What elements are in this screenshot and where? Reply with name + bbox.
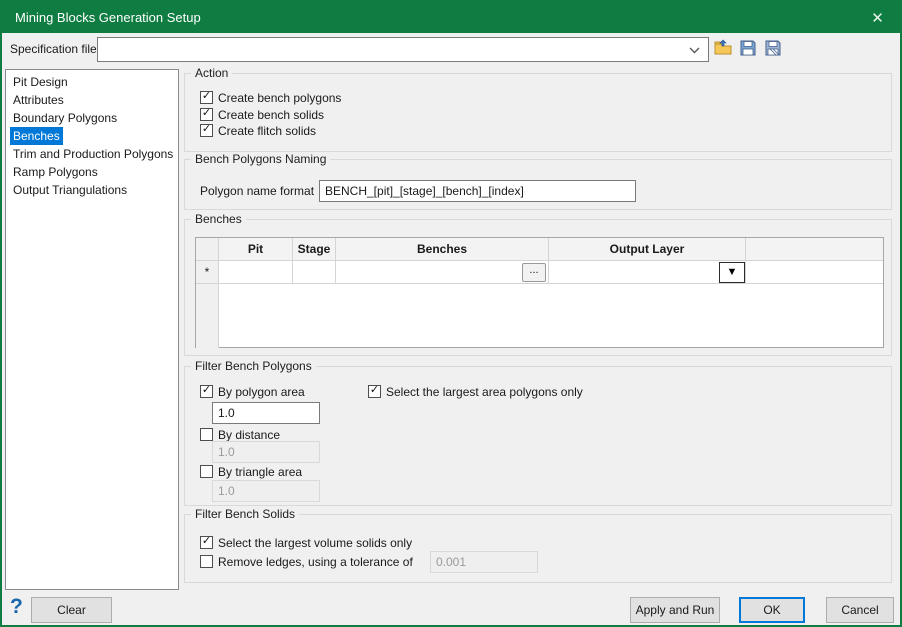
group-filter-polygons-title: Filter Bench Polygons [191, 359, 316, 373]
checkbox-create-bench-polygons[interactable]: ✓ Create bench polygons [200, 90, 341, 105]
grid-new-row[interactable]: * ... ▼ [196, 261, 883, 284]
output-layer-dropdown-button[interactable]: ▼ [719, 262, 745, 283]
checkbox-box[interactable]: ✓ [200, 108, 213, 121]
checkbox-by-triangle-area[interactable]: By triangle area [200, 464, 302, 479]
checkbox-box[interactable] [200, 465, 213, 478]
spec-file-row: Specification file [2, 33, 900, 67]
polygon-name-format-input[interactable] [319, 180, 636, 202]
grid-cell-output-layer[interactable]: ▼ [549, 261, 746, 284]
checkbox-label: Create bench solids [218, 108, 324, 122]
by-triangle-area-input [212, 480, 320, 502]
grid-cell-stage[interactable] [293, 261, 336, 284]
checkbox-box[interactable]: ✓ [200, 385, 213, 398]
sidebar-item-boundary-polygons[interactable]: Boundary Polygons [10, 109, 120, 127]
spec-file-combobox[interactable] [97, 37, 709, 62]
group-benches-title: Benches [191, 212, 246, 226]
grid-header-stage[interactable]: Stage [293, 238, 336, 261]
grid-header-row: Pit Stage Benches Output Layer [196, 238, 883, 261]
close-button[interactable]: ✕ [855, 2, 900, 33]
by-distance-input [212, 441, 320, 463]
sidebar-item-ramp-polygons[interactable]: Ramp Polygons [10, 163, 101, 181]
group-filter-solids-title: Filter Bench Solids [191, 507, 299, 521]
polygon-name-format-label: Polygon name format [200, 184, 314, 198]
grid-corner-cell [196, 238, 219, 261]
checkbox-create-bench-solids[interactable]: ✓ Create bench solids [200, 107, 324, 122]
group-action-title: Action [191, 66, 232, 80]
group-filter-bench-solids: Filter Bench Solids ✓ Select the largest… [184, 514, 892, 583]
grid-row-marker: * [196, 261, 219, 284]
sidebar-item-output-triangulations[interactable]: Output Triangulations [10, 181, 130, 199]
clear-button[interactable]: Clear [31, 597, 112, 623]
checkbox-label: Select the largest volume solids only [218, 536, 412, 550]
open-folder-icon[interactable] [714, 39, 732, 57]
checkbox-label: Remove ledges, using a tolerance of [218, 555, 413, 569]
benches-grid: Pit Stage Benches Output Layer * ... ▼ [195, 237, 884, 348]
group-naming-title: Bench Polygons Naming [191, 152, 330, 166]
group-action: Action ✓ Create bench polygons ✓ Create … [184, 73, 892, 152]
checkbox-label: Select the largest area polygons only [386, 385, 583, 399]
checkbox-label: Create bench polygons [218, 91, 341, 105]
grid-header-pit[interactable]: Pit [219, 238, 293, 261]
checkbox-label: By polygon area [218, 385, 305, 399]
checkbox-box[interactable]: ✓ [200, 91, 213, 104]
checkbox-box[interactable]: ✓ [368, 385, 381, 398]
checkbox-by-distance[interactable]: By distance [200, 427, 280, 442]
by-polygon-area-input[interactable] [212, 402, 320, 424]
checkbox-create-flitch-solids[interactable]: ✓ Create flitch solids [200, 123, 316, 138]
spec-file-toolbar [714, 39, 782, 57]
grid-cell-filler [746, 261, 883, 284]
group-bench-polygons-naming: Bench Polygons Naming Polygon name forma… [184, 159, 892, 210]
checkbox-box[interactable] [200, 555, 213, 568]
sidebar-item-pit-design[interactable]: Pit Design [10, 73, 71, 91]
grid-header-filler [746, 238, 883, 261]
titlebar: Mining Blocks Generation Setup ✕ [2, 2, 900, 33]
grid-header-benches[interactable]: Benches [336, 238, 549, 261]
ok-button[interactable]: OK [739, 597, 805, 623]
mining-blocks-dialog: Mining Blocks Generation Setup ✕ Specifi… [0, 0, 902, 627]
checkbox-label: By triangle area [218, 465, 302, 479]
window-title: Mining Blocks Generation Setup [2, 10, 201, 25]
apply-and-run-button[interactable]: Apply and Run [630, 597, 720, 623]
spec-file-label: Specification file [10, 42, 97, 56]
grid-rowheader-strip [196, 284, 219, 348]
benches-browse-button[interactable]: ... [522, 263, 546, 282]
chevron-down-icon[interactable] [689, 43, 700, 57]
checkbox-label: By distance [218, 428, 280, 442]
close-icon: ✕ [871, 9, 884, 27]
checkbox-remove-ledges[interactable]: Remove ledges, using a tolerance of [200, 554, 413, 569]
help-icon[interactable]: ? [10, 595, 23, 619]
grid-cell-benches[interactable]: ... [336, 261, 549, 284]
section-list: Pit Design Attributes Boundary Polygons … [5, 69, 179, 590]
checkbox-label: Create flitch solids [218, 124, 316, 138]
grid-empty-area [196, 284, 883, 348]
checkbox-by-polygon-area[interactable]: ✓ By polygon area [200, 384, 305, 399]
sidebar-item-attributes[interactable]: Attributes [10, 91, 67, 109]
checkbox-box[interactable]: ✓ [200, 124, 213, 137]
dropdown-arrow-icon: ▼ [727, 266, 738, 278]
grid-cell-pit[interactable] [219, 261, 293, 284]
sidebar-item-benches[interactable]: Benches [10, 127, 63, 145]
checkbox-box[interactable] [200, 428, 213, 441]
grid-header-output-layer[interactable]: Output Layer [549, 238, 746, 261]
save-as-icon[interactable] [764, 39, 782, 57]
group-filter-bench-polygons: Filter Bench Polygons ✓ By polygon area … [184, 366, 892, 506]
group-benches: Benches Pit Stage Benches Output Layer *… [184, 219, 892, 356]
checkbox-largest-volume-solids[interactable]: ✓ Select the largest volume solids only [200, 535, 412, 550]
save-icon[interactable] [739, 39, 757, 57]
cancel-button[interactable]: Cancel [826, 597, 894, 623]
remove-ledges-tolerance-input [430, 551, 538, 573]
checkbox-largest-area-polygons[interactable]: ✓ Select the largest area polygons only [368, 384, 583, 399]
checkbox-box[interactable]: ✓ [200, 536, 213, 549]
sidebar-item-trim-production-polygons[interactable]: Trim and Production Polygons [10, 145, 176, 163]
